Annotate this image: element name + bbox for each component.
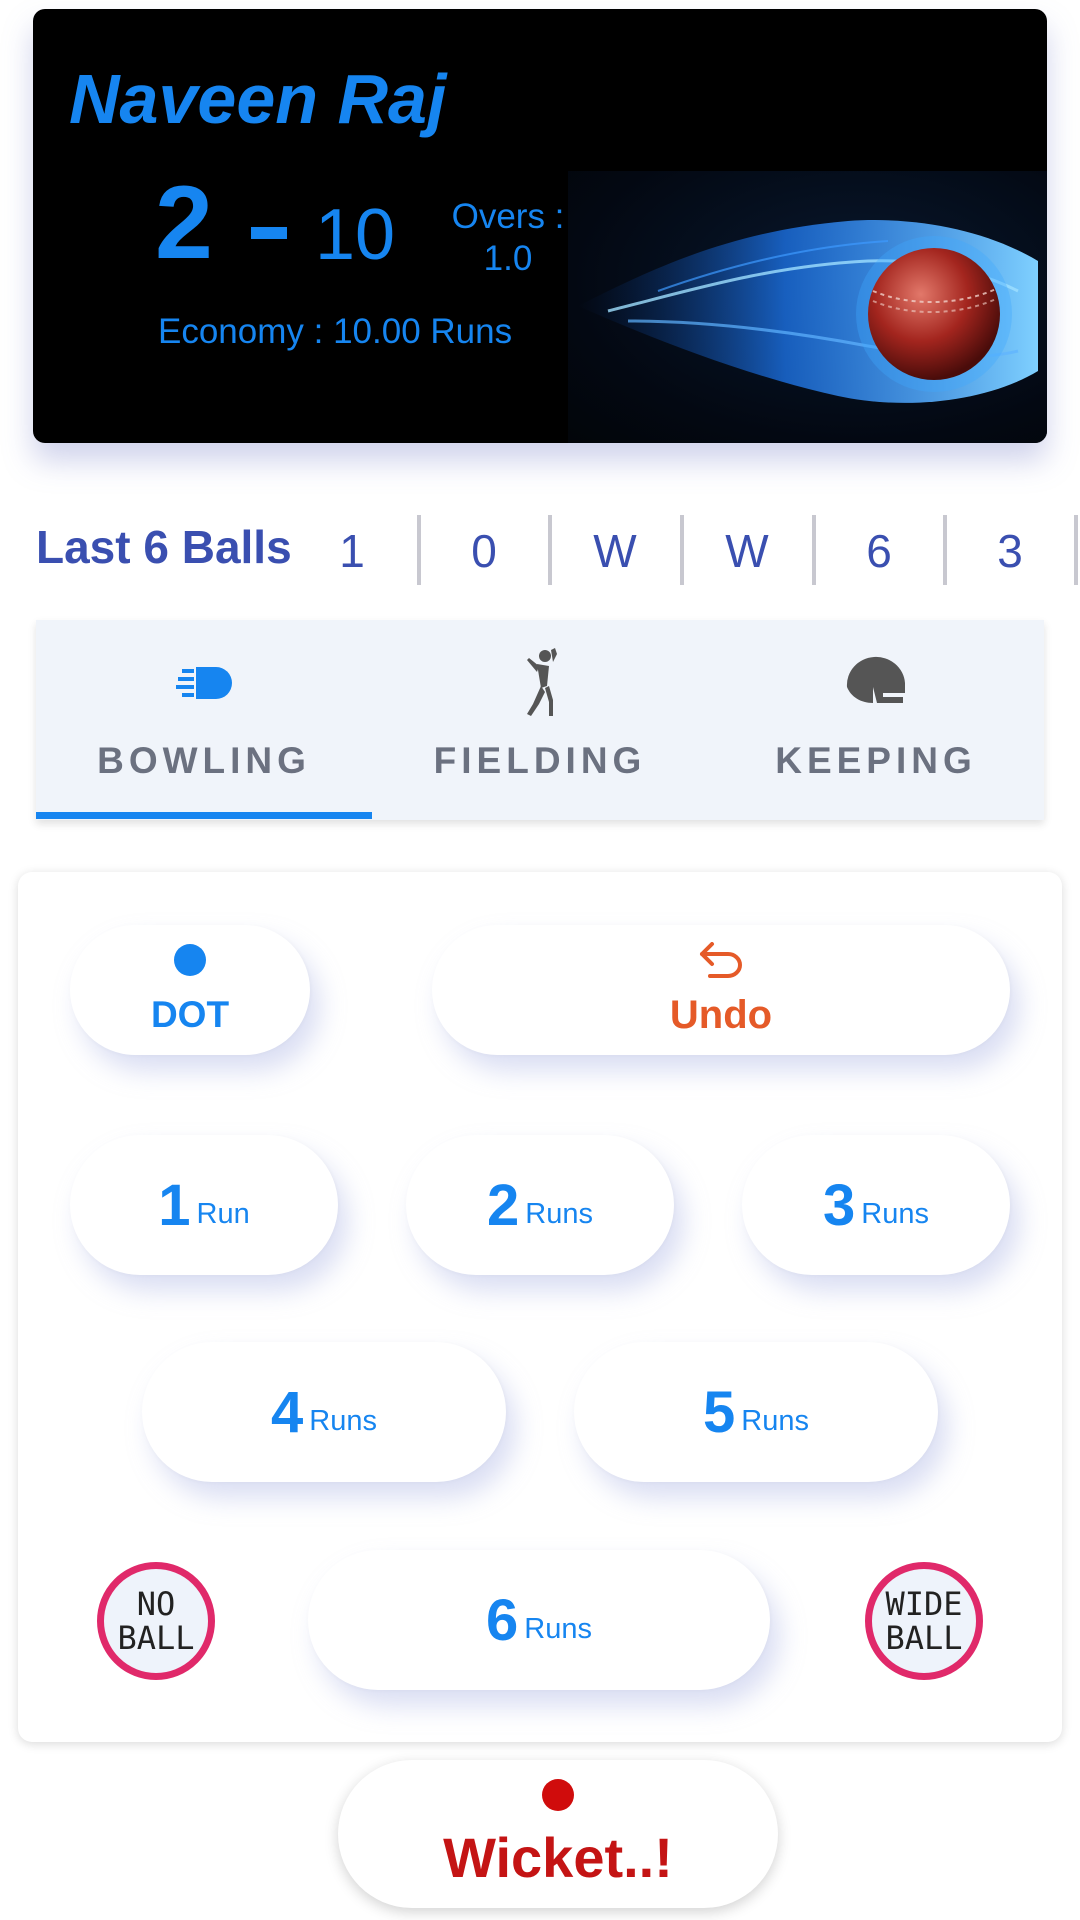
run-word: Runs: [309, 1404, 377, 1437]
tab-label: BOWLING: [97, 740, 311, 781]
undo-icon: [698, 942, 744, 985]
runs-conceded: 10: [315, 195, 396, 275]
economy-text: Economy : 10.00 Runs: [158, 312, 513, 351]
helmet-icon: [841, 648, 911, 718]
five-runs-button[interactable]: 5 Runs: [574, 1342, 938, 1482]
wickets-count: 2: [155, 165, 213, 281]
run-number: 4: [271, 1379, 304, 1445]
overs-info: Overs : 1.0: [438, 196, 578, 280]
last-balls-title: Last 6 Balls: [36, 521, 292, 573]
last-ball-4: W: [725, 525, 769, 577]
category-tabs: BOWLING FIELDING KEEPING: [36, 620, 1044, 820]
run-word: Runs: [524, 1612, 592, 1645]
dot-label: DOT: [150, 994, 230, 1035]
score-separator: [251, 227, 287, 239]
run-number: 5: [703, 1379, 736, 1445]
one-run-button[interactable]: 1 Run: [70, 1135, 338, 1275]
last-ball-1: 1: [339, 525, 365, 577]
wide-ball-line2: BALL: [885, 1619, 963, 1657]
wicket-button[interactable]: Wicket..!: [338, 1760, 778, 1908]
undo-label: Undo: [669, 993, 773, 1037]
wide-ball-button[interactable]: WIDE BALL: [865, 1562, 983, 1680]
run-word: Runs: [861, 1197, 929, 1230]
wide-ball-line1: WIDE: [885, 1585, 963, 1623]
tab-fielding[interactable]: FIELDING: [372, 620, 708, 820]
run-word: Runs: [525, 1197, 593, 1230]
run-number: 2: [487, 1172, 520, 1238]
bowling-ball-icon: [169, 648, 239, 718]
tab-label: FIELDING: [433, 740, 647, 781]
score-card: Naveen Raj 2 10 Overs : 1.0 Economy : 10…: [33, 9, 1047, 443]
last-ball-5: 6: [866, 525, 892, 577]
no-ball-line1: NO: [136, 1585, 176, 1623]
tab-keeping[interactable]: KEEPING: [708, 620, 1044, 820]
run-word: Run: [196, 1197, 250, 1230]
run-number: 6: [486, 1587, 519, 1653]
six-runs-button[interactable]: 6 Runs: [308, 1550, 770, 1690]
fielder-icon: [505, 648, 575, 718]
dot-icon: [174, 944, 206, 976]
last-ball-2: 0: [471, 525, 497, 577]
wicket-label: Wicket..!: [443, 1825, 673, 1889]
no-ball-button[interactable]: NO BALL: [97, 1562, 215, 1680]
fireball-image: [568, 171, 1047, 443]
active-tab-indicator: [36, 812, 372, 819]
undo-button[interactable]: Undo: [432, 925, 1010, 1055]
run-number: 3: [823, 1172, 856, 1238]
ball-divider: [1074, 515, 1078, 585]
run-number: 1: [158, 1172, 191, 1238]
no-ball-line2: BALL: [117, 1619, 195, 1657]
overs-label: Overs :: [451, 197, 565, 236]
last-ball-6: 3: [997, 525, 1023, 577]
four-runs-button[interactable]: 4 Runs: [142, 1342, 506, 1482]
three-runs-button[interactable]: 3 Runs: [742, 1135, 1010, 1275]
run-word: Runs: [741, 1404, 809, 1437]
wicket-dot-icon: [542, 1778, 574, 1811]
dot-ball-button[interactable]: DOT: [70, 925, 310, 1055]
two-runs-button[interactable]: 2 Runs: [406, 1135, 674, 1275]
overs-value: 1.0: [483, 239, 533, 278]
tab-bowling[interactable]: BOWLING: [36, 620, 372, 820]
tab-label: KEEPING: [775, 740, 977, 781]
last-ball-3: W: [593, 525, 637, 577]
player-name: Naveen Raj: [69, 60, 447, 138]
